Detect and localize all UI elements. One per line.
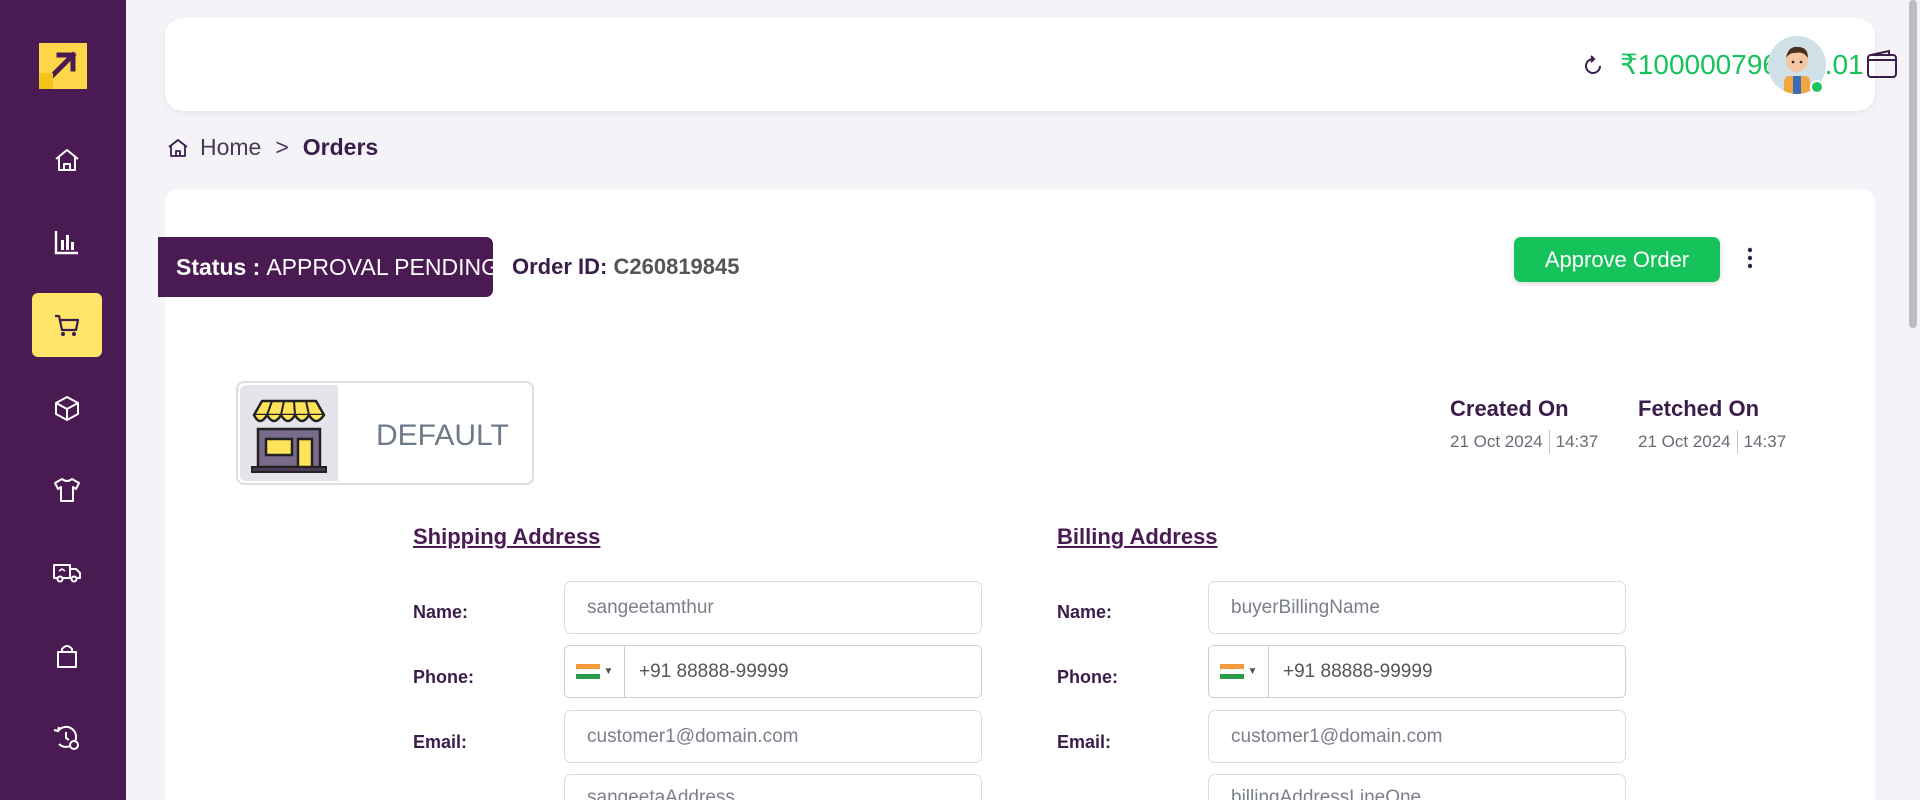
billing-phone-value: +91 88888-99999 [1283,660,1433,682]
created-on-label: Created On [1450,396,1569,421]
shipping-phone-label: Phone: [413,667,474,687]
shipping-address-field[interactable]: sangeetaAddress [564,774,982,800]
store-box: DEFAULT [236,381,534,485]
india-flag-icon [1219,663,1244,680]
country-code-select[interactable]: ▼ [565,646,625,697]
status-value: APPROVAL PENDING [266,253,499,280]
order-id-value: C260819845 [613,254,740,279]
billing-phone-field[interactable]: ▼ +91 88888-99999 [1208,645,1626,698]
billing-email-label: Email: [1057,732,1112,752]
wallet-balance: ₹100000796951.01 [1620,49,1864,80]
gear-clock-icon [53,725,79,750]
shipping-phone-field[interactable]: ▼ +91 88888-99999 [564,645,982,698]
breadcrumb-current: Orders [302,134,379,160]
top-bar: ₹100000796951.01 [165,18,1897,111]
refresh-icon[interactable] [1580,53,1606,79]
shipping-name-label: Name: [413,602,469,622]
billing-address-field[interactable]: billingAddressLineOne [1208,774,1626,800]
delivery-truck-icon [53,564,81,583]
chevron-down-icon: ▼ [1247,666,1258,677]
cart-icon [55,314,80,336]
shipping-email-field[interactable]: customer1@domain.com [564,710,982,763]
chevron-down-icon: ▼ [603,666,614,677]
shipping-phone-value: +91 88888-99999 [639,660,789,682]
store-name: DEFAULT [376,419,509,452]
status-label: Status : [176,253,261,280]
shipping-address-title: Shipping Address [413,524,601,549]
wallet-icon[interactable] [1865,48,1899,82]
india-flag-icon [575,663,600,680]
sidebar-item-settings[interactable] [32,706,102,770]
created-time: 14:37 [1555,432,1599,451]
scrollbar-thumb[interactable] [1909,0,1917,328]
breadcrumb-separator: > [275,134,289,160]
sidebar-item-inventory[interactable] [32,376,102,440]
sidebar-item-home[interactable] [32,128,102,192]
shipping-name-field[interactable]: sangeetamthur [564,581,982,634]
fetched-on-label: Fetched On [1638,396,1760,421]
billing-email-field[interactable]: customer1@domain.com [1208,710,1626,763]
shopping-bag-icon [57,645,77,668]
order-id-label: Order ID: [512,254,608,279]
online-status-dot [1810,80,1824,94]
sidebar [0,0,126,800]
sidebar-item-shipping[interactable] [32,540,102,604]
sidebar-item-purchases[interactable] [32,624,102,688]
sidebar-item-products[interactable] [32,458,102,522]
created-on: Created On 21 Oct 2024 14:37 [1450,396,1598,454]
fetched-date: 21 Oct 2024 [1638,432,1731,451]
breadcrumb-home[interactable]: Home [200,134,261,161]
breadcrumb: Home > Orders [166,134,378,161]
fetched-on: Fetched On 21 Oct 2024 14:37 [1638,396,1786,454]
home-icon[interactable] [166,136,190,160]
created-date: 21 Oct 2024 [1450,432,1543,451]
box-icon [55,396,79,421]
order-id: Order ID: C260819845 [512,254,740,280]
shipping-email-label: Email: [413,732,468,752]
status-badge: Status : APPROVAL PENDING [158,237,499,297]
billing-name-field[interactable]: buyerBillingName [1208,581,1626,634]
more-options-icon[interactable] [1740,245,1760,273]
sidebar-item-orders[interactable] [32,293,102,357]
store-icon [240,385,338,481]
tshirt-icon [54,478,80,502]
country-code-select[interactable]: ▼ [1209,646,1269,697]
billing-phone-label: Phone: [1057,667,1118,687]
home-icon [55,149,79,171]
bar-chart-icon [54,231,78,255]
billing-name-label: Name: [1057,602,1113,622]
logo-icon[interactable] [39,43,87,89]
sidebar-item-analytics[interactable] [32,210,102,274]
billing-address-title: Billing Address [1057,524,1218,549]
fetched-time: 14:37 [1743,432,1787,451]
approve-order-button[interactable]: Approve Order [1514,237,1720,282]
